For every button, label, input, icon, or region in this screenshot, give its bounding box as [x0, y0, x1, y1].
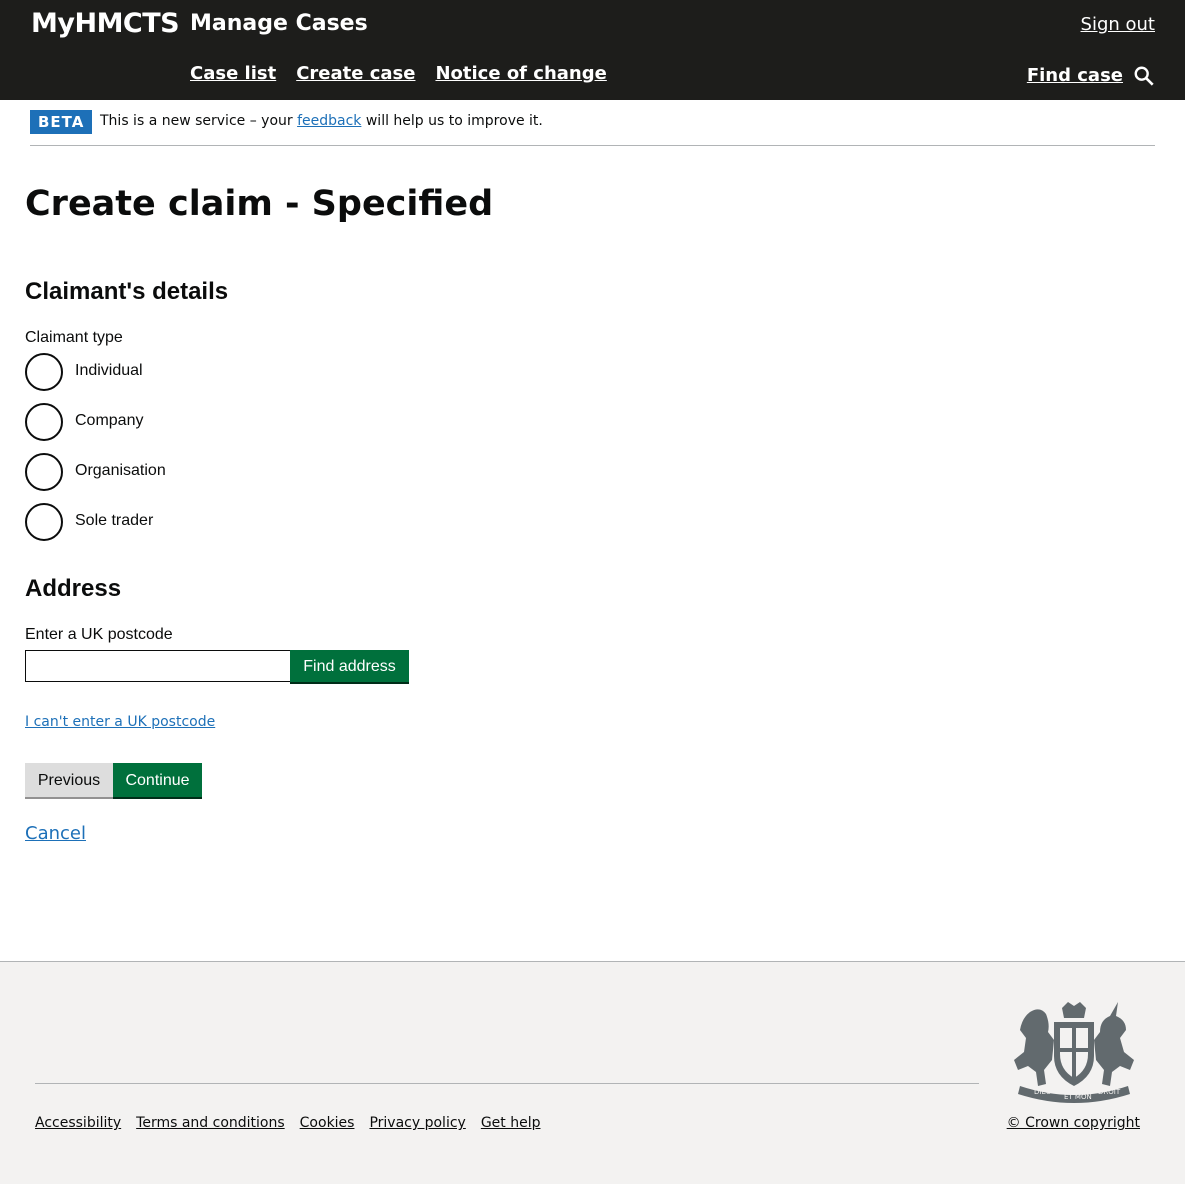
footer-link-get-help[interactable]: Get help: [481, 1115, 541, 1131]
svg-text:DIEU: DIEU: [1034, 1088, 1051, 1096]
crown-copyright-link[interactable]: © Crown copyright: [1007, 1115, 1140, 1131]
radio-company[interactable]: Company: [25, 403, 143, 441]
address-heading: Address: [25, 575, 122, 602]
radio-circle[interactable]: [25, 503, 63, 541]
cancel-link[interactable]: Cancel: [25, 823, 86, 844]
primary-nav: Case list Create case Notice of change: [190, 63, 607, 84]
nav-case-list[interactable]: Case list: [190, 63, 276, 84]
footer-link-privacy[interactable]: Privacy policy: [369, 1115, 465, 1131]
footer-link-terms[interactable]: Terms and conditions: [136, 1115, 285, 1131]
footer-divider: [35, 1083, 979, 1084]
footer-link-cookies[interactable]: Cookies: [300, 1115, 355, 1131]
find-case-link[interactable]: Find case: [1027, 65, 1123, 86]
claimant-details-heading: Claimant's details: [25, 278, 229, 305]
beta-banner: BETA This is a new service – your feedba…: [30, 110, 1155, 146]
radio-circle[interactable]: [25, 453, 63, 491]
royal-coat-of-arms-icon: DIEU ET MON DROIT: [1014, 1002, 1134, 1103]
previous-button[interactable]: Previous: [25, 763, 113, 797]
beta-tag: BETA: [30, 110, 93, 134]
feedback-link[interactable]: feedback: [297, 113, 361, 129]
svg-text:DROIT: DROIT: [1098, 1088, 1121, 1096]
radio-label[interactable]: Organisation: [75, 462, 166, 480]
radio-organisation[interactable]: Organisation: [25, 453, 166, 491]
find-case[interactable]: Find case: [1027, 63, 1155, 87]
radio-circle[interactable]: [25, 353, 63, 391]
radio-sole-trader[interactable]: Sole trader: [25, 503, 153, 541]
search-icon[interactable]: [1133, 65, 1155, 87]
radio-circle[interactable]: [25, 403, 63, 441]
footer-link-accessibility[interactable]: Accessibility: [35, 1115, 121, 1131]
radio-individual[interactable]: Individual: [25, 353, 143, 391]
nav-notice-of-change[interactable]: Notice of change: [435, 63, 606, 84]
brand-logo[interactable]: MyHMCTS: [31, 8, 180, 39]
claimant-type-label: Claimant type: [25, 329, 123, 346]
beta-text: This is a new service – your feedback wi…: [100, 113, 543, 129]
postcode-input[interactable]: [25, 650, 291, 682]
radio-label[interactable]: Company: [75, 412, 143, 430]
page-title: Create claim - Specified: [25, 184, 494, 224]
radio-label[interactable]: Sole trader: [75, 512, 153, 530]
sign-out-link[interactable]: Sign out: [1081, 14, 1155, 35]
site-footer: DIEU ET MON DROIT Accessibility Terms an…: [0, 961, 1185, 1184]
cant-enter-postcode-link[interactable]: I can't enter a UK postcode: [25, 714, 215, 730]
svg-text:ET MON: ET MON: [1064, 1093, 1092, 1101]
site-header: MyHMCTS Manage Cases Sign out Case list …: [0, 0, 1185, 100]
radio-label[interactable]: Individual: [75, 362, 143, 380]
postcode-label: Enter a UK postcode: [25, 626, 173, 643]
footer-links: Accessibility Terms and conditions Cooki…: [35, 1115, 541, 1131]
continue-button[interactable]: Continue: [113, 763, 202, 797]
nav-create-case[interactable]: Create case: [296, 63, 415, 84]
find-address-button[interactable]: Find address: [290, 650, 409, 682]
service-name[interactable]: Manage Cases: [190, 11, 368, 36]
